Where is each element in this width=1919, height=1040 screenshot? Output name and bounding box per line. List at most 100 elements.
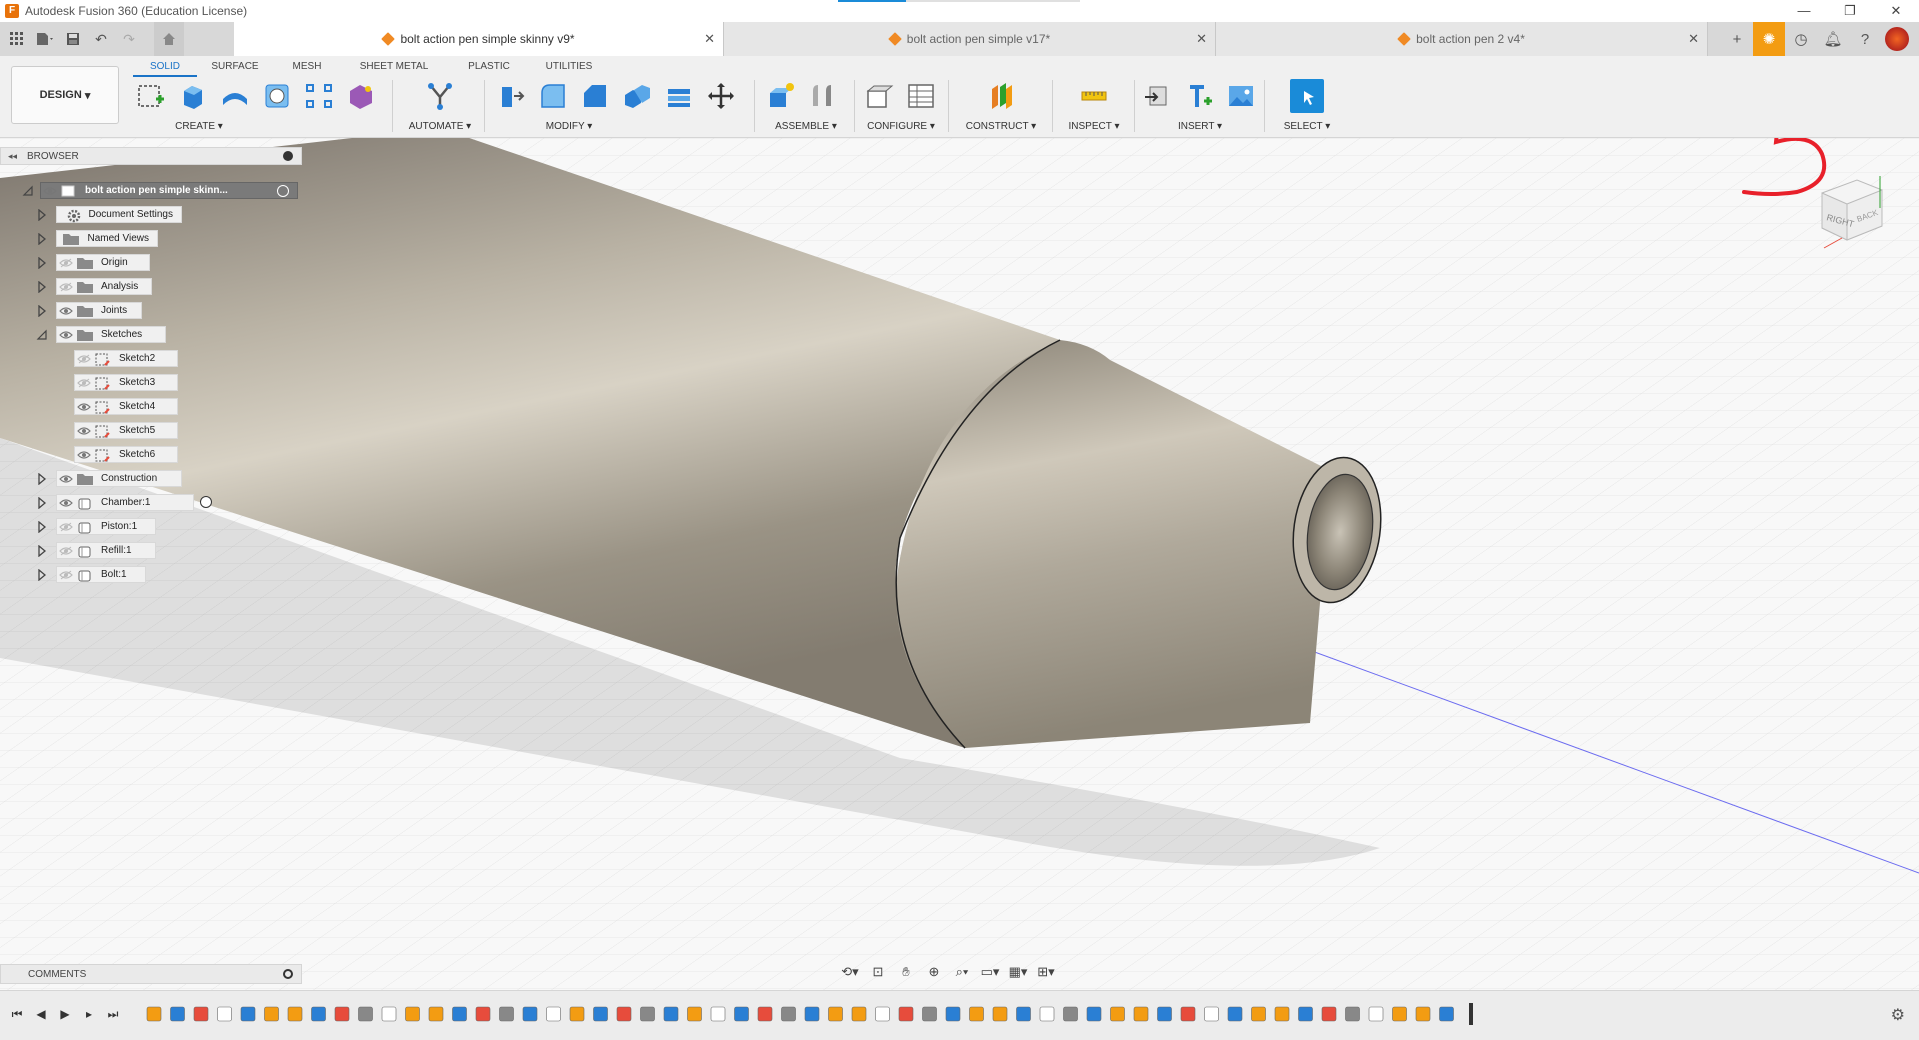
extrude-icon[interactable] (176, 79, 210, 113)
workspace-switcher-button[interactable]: DESIGN ▾ (11, 66, 119, 124)
browser-node[interactable]: Piston:1 (56, 518, 156, 535)
timeline-feature-icon[interactable] (217, 1006, 232, 1022)
job-status-icon[interactable]: ◷ (1785, 22, 1817, 56)
measure-icon[interactable] (1077, 79, 1111, 113)
home-icon[interactable] (154, 22, 184, 56)
new-tab-icon[interactable]: + (1721, 22, 1753, 56)
timeline-feature-icon[interactable] (1227, 1006, 1243, 1022)
timeline-feature-icon[interactable] (875, 1006, 890, 1022)
timeline-feature-icon[interactable] (334, 1006, 350, 1022)
pattern-icon[interactable] (302, 79, 336, 113)
browser-item-piston-1[interactable]: Piston:1 (36, 517, 296, 536)
browser-item-sketch3[interactable]: Sketch3 (58, 373, 318, 392)
timeline-feature-icon[interactable] (616, 1006, 632, 1022)
collapse-panel-icon[interactable]: ◂◂ (8, 151, 17, 162)
look-at-icon[interactable]: ⊡ (866, 962, 890, 982)
timeline-feature-icon[interactable] (381, 1006, 397, 1022)
timeline-feature-icon[interactable] (851, 1006, 867, 1022)
construct-plane-icon[interactable] (984, 79, 1018, 113)
notifications-icon[interactable]: 🔔︎ (1817, 22, 1849, 56)
timeline-feature-icon[interactable] (1016, 1006, 1031, 1022)
redo-icon[interactable]: ↷ (118, 28, 140, 50)
browser-node[interactable]: Origin (56, 254, 150, 271)
timeline-feature-icon[interactable] (1133, 1006, 1149, 1022)
timeline-feature-icon[interactable] (264, 1006, 279, 1022)
timeline-feature-icon[interactable] (828, 1006, 843, 1022)
timeline-feature-icon[interactable] (804, 1006, 820, 1022)
timeline-feature-icon[interactable] (546, 1006, 561, 1022)
expand-toggle-icon[interactable] (36, 544, 48, 558)
browser-item-joints[interactable]: Joints (36, 301, 296, 320)
visibility-eye-icon[interactable] (41, 183, 59, 198)
insert-derive-icon[interactable] (1140, 79, 1174, 113)
browser-item-refill-1[interactable]: Refill:1 (36, 541, 296, 560)
app-grid-icon[interactable] (6, 28, 28, 50)
expand-toggle-icon[interactable] (36, 280, 48, 294)
viewports-icon[interactable]: ⊞▾ (1034, 962, 1058, 982)
create-form-icon[interactable] (344, 79, 378, 113)
grid-settings-icon[interactable]: ▦▾ (1006, 962, 1030, 982)
timeline-feature-icon[interactable] (1298, 1006, 1313, 1022)
timeline-feature-icon[interactable] (1439, 1006, 1454, 1022)
browser-node[interactable]: Sketch5 (74, 422, 178, 439)
revolve-icon[interactable] (218, 79, 252, 113)
browser-item-chamber-1[interactable]: Chamber:1 (36, 493, 296, 512)
go-to-start-icon[interactable]: ⏮ (10, 1007, 24, 1022)
timeline-feature-icon[interactable] (1039, 1006, 1055, 1022)
visibility-eye-icon[interactable] (57, 255, 75, 270)
configure-dropdown[interactable]: CONFIGURE ▾ (862, 121, 940, 132)
inspect-dropdown[interactable]: INSPECT ▾ (1060, 121, 1128, 132)
timeline-feature-icon[interactable] (405, 1006, 420, 1022)
configure-icon[interactable] (862, 79, 896, 113)
modify-dropdown[interactable]: MODIFY ▾ (444, 121, 694, 132)
browser-node[interactable]: Sketches (56, 326, 166, 343)
expand-toggle-icon[interactable] (36, 472, 48, 486)
file-menu-icon[interactable] (34, 28, 56, 50)
timeline-feature-icon[interactable] (781, 1006, 796, 1022)
extensions-icon[interactable]: ✺ (1753, 22, 1785, 56)
timeline-feature-icon[interactable] (1415, 1006, 1431, 1022)
restore-button[interactable]: ❐ (1827, 0, 1873, 22)
timeline-feature-icon[interactable] (1345, 1006, 1360, 1022)
timeline-feature-icon[interactable] (757, 1006, 773, 1022)
tab-solid[interactable]: SOLID (133, 58, 197, 77)
select-icon[interactable] (1290, 79, 1324, 113)
save-icon[interactable] (62, 28, 84, 50)
timeline-feature-icon[interactable] (569, 1006, 585, 1022)
undo-icon[interactable]: ↶ (90, 28, 112, 50)
browser-node[interactable]: Refill:1 (56, 542, 156, 559)
close-tab-icon[interactable]: ✕ (704, 31, 715, 47)
joint-icon[interactable] (806, 79, 840, 113)
move-copy-icon[interactable] (704, 79, 738, 113)
hole-icon[interactable] (260, 79, 294, 113)
visibility-eye-icon[interactable] (57, 279, 75, 294)
timeline-feature-icon[interactable] (240, 1006, 256, 1022)
browser-node[interactable]: Sketch2 (74, 350, 178, 367)
timeline-feature-icon[interactable] (358, 1006, 373, 1022)
visibility-eye-icon[interactable] (75, 447, 93, 462)
close-tab-icon[interactable]: ✕ (1196, 31, 1207, 47)
add-comment-icon[interactable] (283, 969, 293, 979)
go-to-end-icon[interactable]: ⏭ (106, 1007, 120, 1022)
orbit-icon[interactable]: ⟲▾ (838, 962, 862, 982)
help-icon[interactable]: ? (1849, 22, 1881, 56)
play-icon[interactable]: ▶ (58, 1007, 72, 1022)
timeline-features[interactable] (143, 1003, 1473, 1025)
visibility-eye-icon[interactable] (57, 327, 75, 342)
timeline-feature-icon[interactable] (1321, 1006, 1337, 1022)
browser-item-sketch2[interactable]: Sketch2 (58, 349, 318, 368)
expand-toggle-icon[interactable] (36, 520, 48, 534)
insert-mcmaster-icon[interactable] (1182, 79, 1216, 113)
browser-item-bolt-1[interactable]: Bolt:1 (36, 565, 296, 584)
timeline-feature-icon[interactable] (992, 1006, 1008, 1022)
timeline-feature-icon[interactable] (1274, 1006, 1290, 1022)
visibility-eye-icon[interactable] (75, 399, 93, 414)
visibility-eye-icon[interactable] (75, 423, 93, 438)
browser-item-sketch6[interactable]: Sketch6 (58, 445, 318, 464)
browser-node[interactable]: Chamber:1 (56, 494, 194, 511)
browser-node[interactable]: Analysis (56, 278, 152, 295)
tab-mesh[interactable]: MESH (273, 58, 341, 77)
step-forward-icon[interactable]: ▸ (82, 1007, 96, 1022)
visibility-eye-icon[interactable] (75, 351, 93, 366)
insert-dropdown[interactable]: INSERT ▾ (1140, 121, 1260, 132)
